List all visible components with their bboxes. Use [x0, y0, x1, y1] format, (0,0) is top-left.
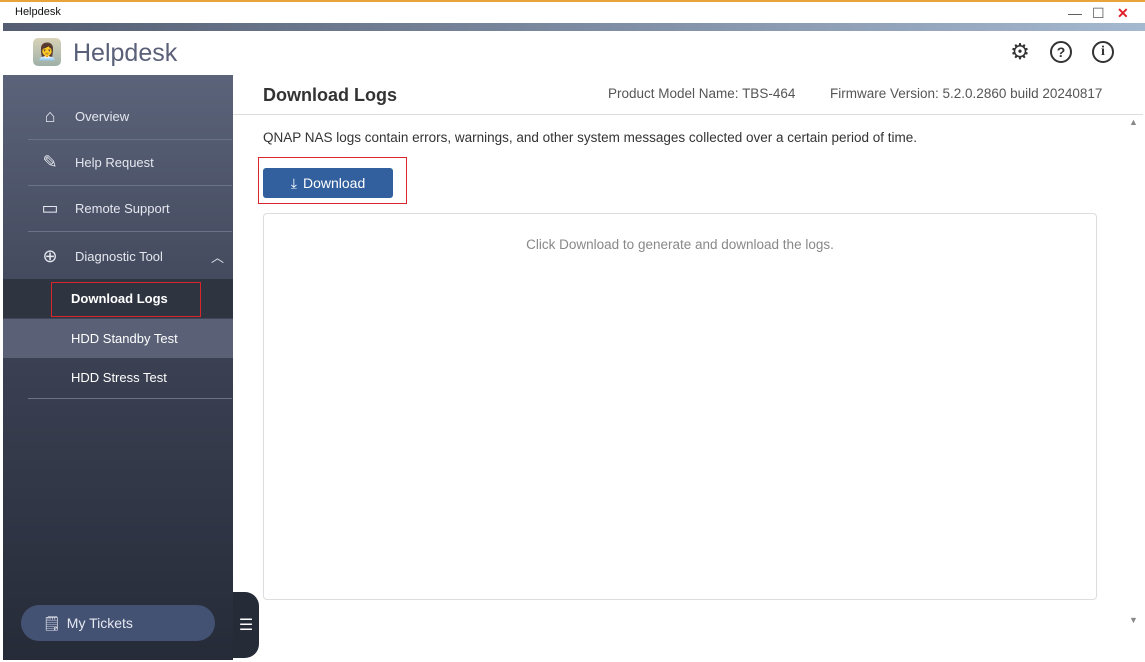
- sidebar-item-hdd-stress-test[interactable]: HDD Stress Test: [3, 358, 233, 397]
- product-model: Product Model Name: TBS-464: [608, 86, 796, 101]
- help-icon[interactable]: ?: [1050, 41, 1072, 63]
- divider: [233, 114, 1143, 115]
- info-icon[interactable]: i: [1092, 41, 1114, 63]
- ticket-clock-icon: 🗒: [43, 614, 61, 631]
- divider: [28, 398, 232, 399]
- sidebar-item-label: Help Request: [75, 155, 154, 170]
- maximize-button[interactable]: ☐: [1092, 5, 1105, 22]
- sidebar-item-overview[interactable]: ⌂ Overview: [28, 94, 232, 140]
- helpdesk-logo-icon: 👩‍💼: [33, 38, 61, 66]
- sidebar-item-help-request[interactable]: ✎ Help Request: [28, 140, 232, 186]
- close-button[interactable]: ✕: [1117, 5, 1129, 22]
- sidebar-item-diagnostic-tool[interactable]: ⊕ Diagnostic Tool ︿: [28, 233, 232, 279]
- window-title: Helpdesk: [15, 6, 61, 18]
- my-tickets-label: My Tickets: [66, 615, 133, 631]
- plus-circle-icon: ⊕: [42, 245, 58, 266]
- my-tickets-button[interactable]: 🗒 My Tickets: [21, 605, 215, 641]
- monitor-icon: ▭: [41, 198, 59, 218]
- download-label: Download: [302, 175, 366, 191]
- scroll-down-icon[interactable]: ▼: [1129, 615, 1138, 625]
- header-strip: [3, 23, 1145, 31]
- download-button[interactable]: ⤓ Download: [263, 168, 393, 198]
- sidebar-item-remote-support[interactable]: ▭ Remote Support: [28, 186, 232, 232]
- edit-icon: ✎: [42, 152, 58, 172]
- sidebar-item-label: Diagnostic Tool: [75, 248, 163, 264]
- download-icon: ⤓: [290, 174, 297, 191]
- app-header: 👩‍💼 Helpdesk ⚙ ? i: [3, 31, 1143, 75]
- home-icon: ⌂: [44, 106, 56, 126]
- scrollbar[interactable]: ▲ ▼: [1125, 115, 1143, 660]
- firmware-version: Firmware Version: 5.2.0.2860 build 20240…: [830, 86, 1103, 101]
- settings-icon[interactable]: ⚙: [1009, 39, 1031, 64]
- sidebar-item-label: Overview: [75, 109, 130, 124]
- window-titlebar: Helpdesk — ☐ ✕: [0, 0, 1145, 23]
- log-panel: Click Download to generate and download …: [263, 213, 1097, 600]
- app-title: Helpdesk: [73, 39, 178, 67]
- sidebar: ⌂ Overview ✎ Help Request ▭ Remote Support …: [3, 75, 233, 660]
- panel-message: Click Download to generate and download …: [526, 237, 834, 252]
- sidebar-item-label: Remote Support: [75, 201, 170, 216]
- description: QNAP NAS logs contain errors, warnings, …: [263, 130, 918, 145]
- sidebar-item-hdd-standby-test[interactable]: HDD Standby Test: [3, 319, 233, 358]
- page-title: Download Logs: [263, 85, 397, 105]
- highlight-box: [51, 282, 201, 317]
- chevron-up-icon: ︿: [210, 249, 224, 265]
- scroll-up-icon[interactable]: ▲: [1129, 117, 1138, 127]
- minimize-button[interactable]: —: [1068, 5, 1082, 21]
- main-content: Download Logs Product Model Name: TBS-46…: [233, 75, 1143, 660]
